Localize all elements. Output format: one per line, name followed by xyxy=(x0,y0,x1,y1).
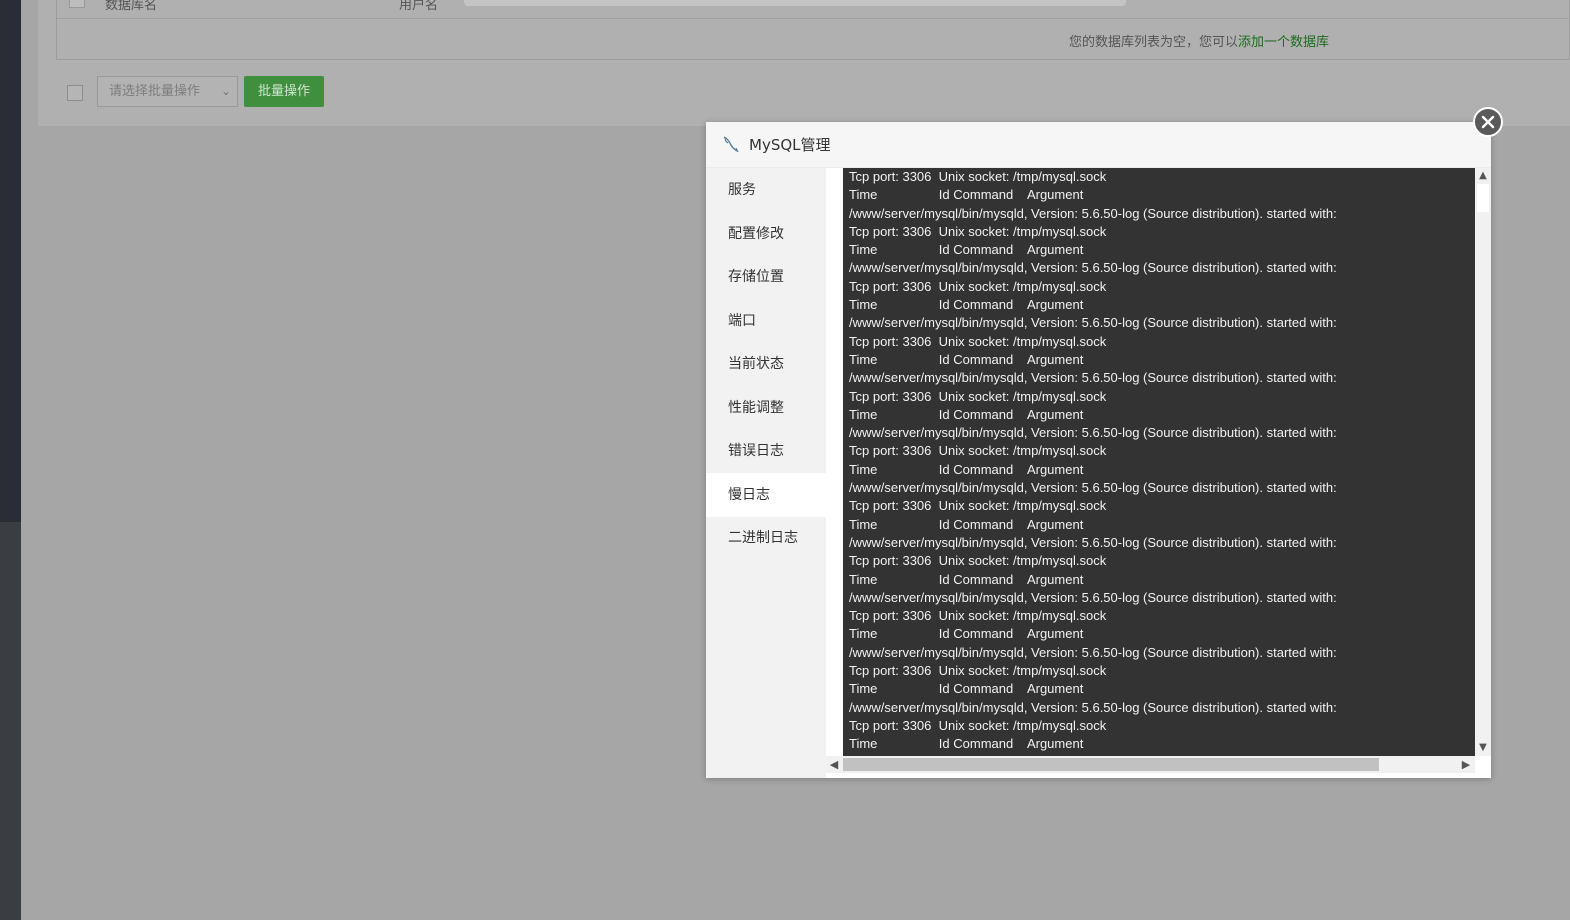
close-icon xyxy=(1481,115,1495,129)
log-line: /www/server/mysql/bin/mysqld, Version: 5… xyxy=(849,425,1337,441)
arrow-left-icon[interactable]: ◀ xyxy=(826,756,842,773)
mysql-manager-dialog: MySQL管理 服务 配置修改 存储位置 端口 当前状态 性能调整 错误日志 慢… xyxy=(706,107,1503,778)
slow-log-viewer[interactable]: Tcp port: 3306 Unix socket: /tmp/mysql.s… xyxy=(843,168,1491,756)
log-line: /www/server/mysql/bin/mysqld, Version: 5… xyxy=(849,370,1337,386)
close-button[interactable] xyxy=(1473,107,1503,137)
log-line: Time Id Command Argument xyxy=(849,681,1084,697)
log-line: /www/server/mysql/bin/mysqld, Version: 5… xyxy=(849,480,1337,496)
log-line: /www/server/mysql/bin/mysqld, Version: 5… xyxy=(849,260,1337,276)
batch-select-placeholder: 请选择批量操作 xyxy=(109,84,201,99)
column-header-dbname[interactable]: 数据库名 xyxy=(105,0,157,13)
nav-item-port[interactable]: 端口 xyxy=(706,299,826,343)
log-line: Tcp port: 3306 Unix socket: /tmp/mysql.s… xyxy=(849,443,1107,459)
log-line: /www/server/mysql/bin/mysqld, Version: 5… xyxy=(849,589,1337,605)
arrow-right-icon[interactable]: ▶ xyxy=(1458,756,1474,773)
dialog-title: MySQL管理 xyxy=(749,136,831,154)
nav-item-config[interactable]: 配置修改 xyxy=(706,212,826,256)
arrow-up-icon[interactable]: ▲ xyxy=(1475,168,1491,184)
nav-item-performance[interactable]: 性能调整 xyxy=(706,386,826,430)
nav-item-service[interactable]: 服务 xyxy=(706,168,826,212)
select-all-checkbox[interactable] xyxy=(69,0,85,8)
log-line: Time Id Command Argument xyxy=(849,242,1084,258)
mysql-dolphin-icon xyxy=(723,136,739,153)
log-line: /www/server/mysql/bin/mysqld, Version: 5… xyxy=(849,205,1337,221)
log-line: Tcp port: 3306 Unix socket: /tmp/mysql.s… xyxy=(849,717,1107,733)
log-line: Time Id Command Argument xyxy=(849,187,1084,203)
database-table: 数据库名 用户名 您的数据库列表为空，您可以添加一个数据库 xyxy=(56,0,1570,60)
app-sidebar-upper xyxy=(0,0,21,522)
nav-item-storage[interactable]: 存储位置 xyxy=(706,255,826,299)
log-line: /www/server/mysql/bin/mysqld, Version: 5… xyxy=(849,699,1337,715)
log-line: /www/server/mysql/bin/mysqld, Version: 5… xyxy=(849,315,1337,331)
dialog-side-nav: 服务 配置修改 存储位置 端口 当前状态 性能调整 错误日志 慢日志 二进制日志 xyxy=(706,168,826,778)
nav-item-slow-log[interactable]: 慢日志 xyxy=(706,473,826,517)
log-line: Tcp port: 3306 Unix socket: /tmp/mysql.s… xyxy=(849,278,1107,294)
batch-action-button[interactable]: 批量操作 xyxy=(244,76,324,107)
log-line: Time Id Command Argument xyxy=(849,571,1084,587)
log-line: /www/server/mysql/bin/mysqld, Version: 5… xyxy=(849,644,1337,660)
background-layer-edge xyxy=(464,0,1126,6)
log-line: Time Id Command Argument xyxy=(849,351,1084,367)
empty-message: 您的数据库列表为空，您可以添加一个数据库 xyxy=(1069,31,1329,50)
log-line: Time Id Command Argument xyxy=(849,461,1084,477)
log-line: Tcp port: 3306 Unix socket: /tmp/mysql.s… xyxy=(849,663,1107,679)
arrow-down-icon[interactable]: ▼ xyxy=(1475,740,1491,756)
batch-checkbox[interactable] xyxy=(67,85,83,101)
nav-item-status[interactable]: 当前状态 xyxy=(706,342,826,386)
batch-select[interactable]: 请选择批量操作 ⌄ xyxy=(97,76,238,107)
horizontal-scroll-thumb[interactable] xyxy=(843,758,1379,771)
log-line: Time Id Command Argument xyxy=(849,516,1084,532)
log-line: Tcp port: 3306 Unix socket: /tmp/mysql.s… xyxy=(849,498,1107,514)
app-sidebar-strip xyxy=(0,0,21,920)
column-header-username[interactable]: 用户名 xyxy=(399,0,438,13)
nav-item-binlog[interactable]: 二进制日志 xyxy=(706,516,826,560)
log-line: Tcp port: 3306 Unix socket: /tmp/mysql.s… xyxy=(849,333,1107,349)
vertical-scrollbar[interactable]: ▲ ▼ xyxy=(1475,168,1491,756)
dialog-header: MySQL管理 xyxy=(706,122,1491,168)
log-line: Time Id Command Argument xyxy=(849,626,1084,642)
nav-item-error-log[interactable]: 错误日志 xyxy=(706,429,826,473)
log-line: Time Id Command Argument xyxy=(849,736,1084,752)
chevron-down-icon: ⌄ xyxy=(220,84,231,98)
add-database-link[interactable]: 添加一个数据库 xyxy=(1238,35,1329,50)
vertical-scroll-thumb[interactable] xyxy=(1477,184,1489,212)
log-line: Time Id Command Argument xyxy=(849,297,1084,313)
log-line: /www/server/mysql/bin/mysqld, Version: 5… xyxy=(849,534,1337,550)
log-line: Tcp port: 3306 Unix socket: /tmp/mysql.s… xyxy=(849,169,1107,184)
log-line: Tcp port: 3306 Unix socket: /tmp/mysql.s… xyxy=(849,553,1107,569)
log-line: Tcp port: 3306 Unix socket: /tmp/mysql.s… xyxy=(849,223,1107,239)
log-line: Time Id Command Argument xyxy=(849,406,1084,422)
log-line: Tcp port: 3306 Unix socket: /tmp/mysql.s… xyxy=(849,608,1107,624)
log-lines: Tcp port: 3306 Unix socket: /tmp/mysql.s… xyxy=(849,168,1469,754)
log-line: Tcp port: 3306 Unix socket: /tmp/mysql.s… xyxy=(849,388,1107,404)
empty-text: 您的数据库列表为空，您可以 xyxy=(1068,35,1238,50)
horizontal-scrollbar[interactable]: ◀ ▶ xyxy=(826,756,1475,773)
